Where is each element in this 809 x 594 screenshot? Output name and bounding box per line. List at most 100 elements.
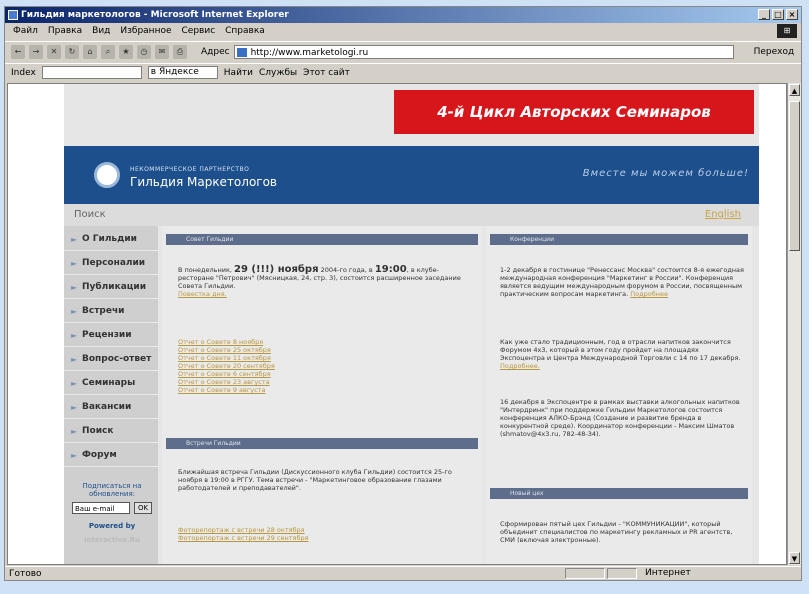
nav-label: Публикации — [82, 282, 147, 292]
english-link[interactable]: English — [705, 209, 741, 220]
index-input[interactable] — [41, 66, 142, 79]
nav-persons[interactable]: ► Персоналии — [64, 252, 158, 275]
report-link[interactable]: Отчет о Совете 23 августа — [178, 378, 378, 386]
conference-p1: 1-2 декабря в гостинице "Ренессанс Москв… — [500, 266, 744, 298]
menu-tools[interactable]: Сервис — [182, 26, 216, 36]
chevron-right-icon: ► — [71, 307, 78, 316]
favorites-icon[interactable]: ★ — [119, 44, 133, 59]
site-header: НЕКОММЕРЧЕСКОЕ ПАРТНЕРСТВО Гильдия Марке… — [64, 146, 759, 204]
nav-about[interactable]: ► О Гильдии — [64, 228, 158, 251]
forward-icon[interactable]: → — [29, 44, 43, 59]
maximize-button[interactable]: □ — [772, 9, 784, 20]
address-url: http://www.marketologi.ru — [250, 47, 369, 58]
nav-publications[interactable]: ► Публикации — [64, 276, 158, 299]
site-search-row: Поиск English — [64, 204, 759, 226]
nav-reviews[interactable]: ► Рецензии — [64, 324, 158, 347]
seminars-banner[interactable]: 4-й Цикл Авторских Семинаров — [394, 90, 754, 134]
address-input[interactable]: http://www.marketologi.ru — [233, 44, 734, 59]
council-text-mid: 2004-го года, в — [320, 266, 373, 274]
index-label: Index — [11, 67, 36, 78]
conferences-header: Конференции — [490, 234, 748, 245]
report-link[interactable]: Отчет о Совете 9 августа — [178, 386, 378, 394]
scroll-thumb[interactable] — [789, 101, 800, 251]
menu-view[interactable]: Вид — [92, 26, 110, 36]
chevron-right-icon: ► — [71, 259, 78, 268]
page-icon — [236, 47, 247, 57]
report-link[interactable]: Отчет о Совете 11 октября — [178, 354, 378, 362]
nav-label: Семинары — [82, 378, 136, 388]
chevron-right-icon: ► — [71, 451, 78, 460]
org-type: НЕКОММЕРЧЕСКОЕ ПАРТНЕРСТВО — [130, 166, 250, 173]
nav-seminars[interactable]: ► Семинары — [64, 372, 158, 395]
close-button[interactable]: × — [786, 9, 798, 20]
powered-by-name[interactable]: Interactive.Ru — [70, 536, 154, 544]
nav-qa[interactable]: ► Вопрос-ответ — [64, 348, 158, 371]
menu-edit[interactable]: Правка — [48, 26, 82, 36]
window-title: Гильдия маркетологов - Microsoft Interne… — [21, 10, 289, 20]
conference-p2: Как уже стало традиционным, год в отрасл… — [500, 338, 744, 370]
menu-favorites[interactable]: Избранное — [120, 26, 171, 36]
site-search-link[interactable]: Поиск — [74, 209, 106, 220]
nav-label: Встречи — [82, 306, 125, 316]
back-icon[interactable]: ← — [11, 44, 25, 59]
org-name: Гильдия Маркетологов — [130, 175, 278, 189]
agenda-link[interactable]: Повестка дня. — [178, 290, 474, 298]
home-icon[interactable]: ⌂ — [83, 44, 97, 59]
email-input[interactable]: Ваш e-mail — [72, 502, 130, 514]
stop-icon[interactable]: ✕ — [47, 44, 61, 59]
find-button[interactable]: Найти — [224, 68, 253, 78]
nav-label: Поиск — [82, 426, 114, 436]
right-column: Конференции 1-2 декабря в гостинице "Рен… — [486, 226, 752, 564]
conference-p2-text: Как уже стало традиционным, год в отрасл… — [500, 338, 741, 362]
nav-forum[interactable]: ► Форум — [64, 444, 158, 467]
status-bar: Готово Интернет — [5, 566, 801, 580]
mail-icon[interactable]: ✉ — [155, 44, 169, 59]
guild-logo-icon[interactable] — [94, 162, 120, 188]
council-header: Совет Гильдии — [166, 234, 478, 245]
minimize-button[interactable]: _ — [758, 9, 770, 20]
nav-vacancies[interactable]: ► Вакансии — [64, 396, 158, 419]
print-icon[interactable]: ⎙ — [173, 44, 187, 59]
go-button[interactable]: Переход — [754, 47, 795, 57]
middle-column: Совет Гильдии В понедельник, 29 (!!!) но… — [162, 226, 482, 564]
status-segment — [565, 568, 605, 579]
photo-report-link[interactable]: Фоторепортаж с встречи 28 октября — [178, 526, 398, 534]
conference-p1-text: 1-2 декабря в гостинице "Ренессанс Москв… — [500, 266, 744, 298]
report-link[interactable]: Отчет о Совете 8 ноября — [178, 338, 378, 346]
services-button[interactable]: Службы — [259, 68, 297, 78]
subscribe-ok-button[interactable]: OK — [134, 502, 152, 514]
photo-report-link[interactable]: Фоторепортаж с встречи 29 сентября — [178, 534, 398, 542]
chevron-right-icon: ► — [71, 427, 78, 436]
nav-label: О Гильдии — [82, 234, 137, 244]
chevron-right-icon: ► — [71, 283, 78, 292]
nav-label: Вопрос-ответ — [82, 354, 152, 364]
nav-meetings[interactable]: ► Встречи — [64, 300, 158, 323]
powered-by-label: Powered by — [88, 522, 136, 530]
conference-p1-more-link[interactable]: Подробнее — [630, 290, 668, 298]
conference-p2-more-link[interactable]: Подробнее. — [500, 362, 540, 370]
title-bar: Гильдия маркетологов - Microsoft Interne… — [5, 7, 801, 23]
council-text: В понедельник, 29 (!!!) ноября 2004-го г… — [178, 265, 474, 299]
subscribe-label: Подписаться на обновления: — [82, 482, 142, 498]
this-site-button[interactable]: Этот сайт — [303, 68, 350, 78]
scroll-down-icon[interactable]: ▼ — [789, 552, 800, 564]
vertical-scrollbar[interactable]: ▲ ▼ — [787, 83, 801, 565]
search-engine-select[interactable]: в Яндексе — [147, 66, 218, 79]
menu-help[interactable]: Справка — [225, 26, 265, 36]
nav-search[interactable]: ► Поиск — [64, 420, 158, 443]
council-text-prefix: В понедельник, — [178, 266, 232, 274]
refresh-icon[interactable]: ↻ — [65, 44, 79, 59]
report-link[interactable]: Отчет о Совете 25 октября — [178, 346, 378, 354]
newguild-text: Сформирован пятый цех Гильдии - "КОММУНИ… — [500, 520, 733, 544]
council-reports-list: Отчет о Совете 8 ноября Отчет о Совете 2… — [178, 338, 378, 394]
newguild-header: Новый цех — [490, 488, 748, 499]
windows-logo-icon: ⊞ — [777, 24, 797, 38]
menu-file[interactable]: Файл — [13, 26, 38, 36]
report-link[interactable]: Отчет о Совете 6 сентября — [178, 370, 378, 378]
chevron-right-icon: ► — [71, 235, 78, 244]
nav-label: Форум — [82, 450, 117, 460]
report-link[interactable]: Отчет о Совете 20 сентября — [178, 362, 378, 370]
search-icon[interactable]: ⌕ — [101, 44, 115, 59]
history-icon[interactable]: ◷ — [137, 44, 151, 59]
scroll-up-icon[interactable]: ▲ — [789, 84, 800, 96]
